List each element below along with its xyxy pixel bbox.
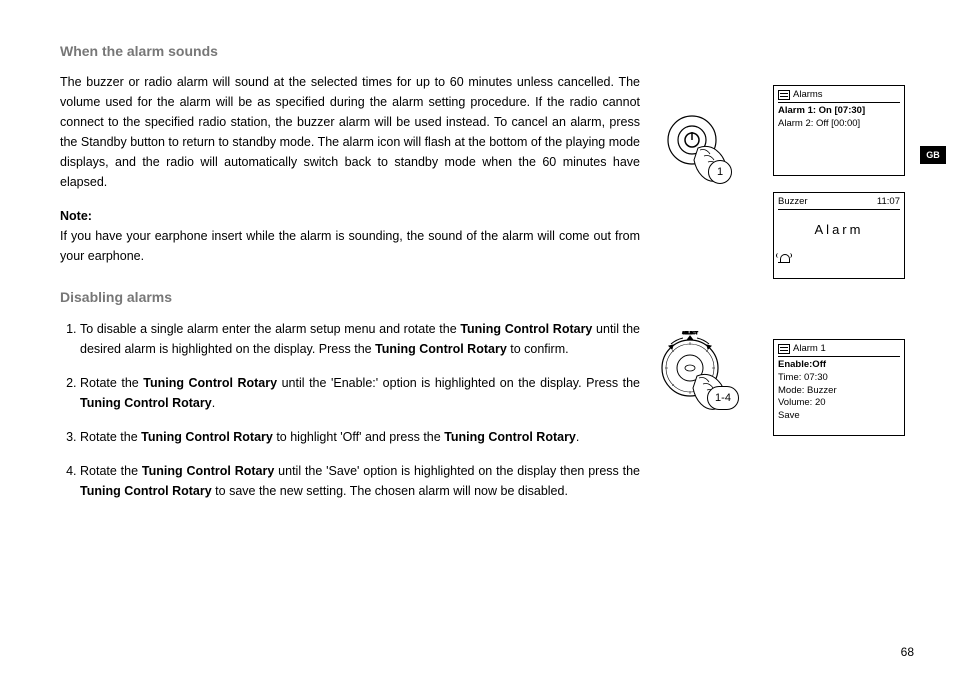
section-title-1: When the alarm sounds xyxy=(60,40,640,62)
lcd-center-text: Alarm xyxy=(778,212,900,251)
steps-list: To disable a single alarm enter the alar… xyxy=(60,319,640,501)
list-icon xyxy=(778,344,790,354)
lcd-row: Volume: 20 xyxy=(778,397,900,410)
page-number: 68 xyxy=(901,645,914,659)
lcd-title: Alarms xyxy=(793,89,900,100)
power-button-illustration: 1 xyxy=(660,108,740,188)
lcd-buzzer: Buzzer 11:07 Alarm xyxy=(773,192,905,279)
tuning-rotary-illustration: SELECT 1-4 xyxy=(655,330,745,415)
lcd-row: Alarm 2: Off [00:00] xyxy=(778,118,900,131)
side-column: Alarms Alarm 1: On [07:30] Alarm 2: Off … xyxy=(773,85,905,295)
lcd-alarms: Alarms Alarm 1: On [07:30] Alarm 2: Off … xyxy=(773,85,905,176)
lcd-title: Alarm 1 xyxy=(793,343,900,354)
note-label: Note: xyxy=(60,206,640,226)
language-tab: GB xyxy=(920,146,946,164)
step-badge: 1-4 xyxy=(707,386,739,410)
body-paragraph: The buzzer or radio alarm will sound at … xyxy=(60,72,640,192)
page: When the alarm sounds The buzzer or radi… xyxy=(0,0,954,673)
lcd-row: Enable:Off xyxy=(778,359,900,372)
section-title-2: Disabling alarms xyxy=(60,286,640,308)
step-1: To disable a single alarm enter the alar… xyxy=(80,319,640,359)
lcd-alarm1: Alarm 1 Enable:Off Time: 07:30 Mode: Buz… xyxy=(773,339,905,436)
lcd-row: Time: 07:30 xyxy=(778,372,900,385)
list-icon xyxy=(778,90,790,100)
lcd-row: Mode: Buzzer xyxy=(778,385,900,398)
svg-text:SELECT: SELECT xyxy=(682,330,698,335)
alarm-bell-icon xyxy=(778,253,790,263)
lcd-row: Save xyxy=(778,410,900,423)
note-text: If you have your earphone insert while t… xyxy=(60,226,640,266)
step-badge: 1 xyxy=(708,160,732,184)
main-column: When the alarm sounds The buzzer or radi… xyxy=(60,40,640,501)
step-4: Rotate the Tuning Control Rotary until t… xyxy=(80,461,640,501)
lcd-time: 11:07 xyxy=(877,196,900,207)
step-2: Rotate the Tuning Control Rotary until t… xyxy=(80,373,640,413)
lcd-title: Buzzer xyxy=(778,196,874,207)
step-3: Rotate the Tuning Control Rotary to high… xyxy=(80,427,640,447)
lcd-row: Alarm 1: On [07:30] xyxy=(778,105,900,118)
